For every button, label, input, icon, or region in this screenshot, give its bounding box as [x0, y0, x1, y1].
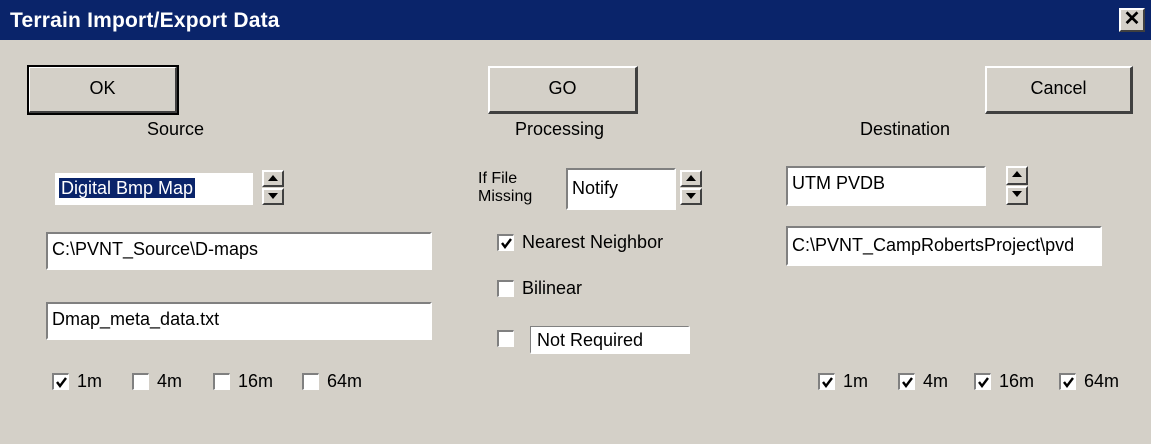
source-meta-file-input[interactable]: Dmap_meta_data.txt — [46, 302, 432, 340]
cancel-button-label: Cancel — [1030, 78, 1087, 98]
terrain-dialog: Terrain Import/Export Data ✕ OK GO Cance… — [0, 0, 1151, 444]
close-button[interactable]: ✕ — [1119, 8, 1145, 32]
arrow-down-icon — [686, 193, 696, 199]
checkbox-box — [132, 373, 149, 390]
checkbox-box — [818, 373, 835, 390]
if-missing-label: If File Missing — [478, 170, 532, 206]
source-format-spinner[interactable] — [262, 170, 284, 206]
not-required-checkbox[interactable] — [497, 330, 522, 347]
checkbox-box — [974, 373, 991, 390]
processing-heading: Processing — [515, 119, 605, 139]
source-res-1m-checkbox[interactable]: 1m — [52, 371, 102, 392]
window-title: Terrain Import/Export Data — [10, 9, 280, 32]
spin-down-button[interactable] — [262, 188, 284, 205]
checkbox-label: 1m — [843, 371, 869, 391]
checkbox-box — [52, 373, 69, 390]
ok-button[interactable]: OK — [27, 65, 179, 115]
source-res-64m-checkbox[interactable]: 64m — [302, 371, 362, 392]
dest-res-4m-checkbox[interactable]: 4m — [898, 371, 948, 392]
source-format-value: Digital Bmp Map — [59, 178, 196, 198]
checkbox-label: Bilinear — [522, 278, 583, 298]
checkmark-icon — [902, 377, 913, 388]
source-res-16m-checkbox[interactable]: 16m — [213, 371, 273, 392]
if-missing-select[interactable]: Notify — [566, 168, 676, 210]
source-res-4m-checkbox[interactable]: 4m — [132, 371, 182, 392]
nearest-neighbor-checkbox[interactable]: Nearest Neighbor — [497, 232, 663, 253]
source-heading: Source — [147, 119, 205, 139]
if-missing-spinner[interactable] — [680, 170, 702, 206]
source-format-field[interactable]: Digital Bmp Map — [54, 172, 254, 206]
cancel-button[interactable]: Cancel — [985, 66, 1133, 114]
arrow-up-icon — [268, 175, 278, 181]
go-button[interactable]: GO — [488, 66, 638, 114]
destination-heading: Destination — [860, 119, 951, 139]
checkbox-box — [302, 373, 319, 390]
arrow-down-icon — [1012, 191, 1022, 197]
checkbox-label: 16m — [238, 371, 274, 391]
checkmark-icon — [978, 377, 989, 388]
checkbox-label: 4m — [157, 371, 183, 391]
spin-down-button[interactable] — [680, 188, 702, 205]
checkmark-icon — [501, 238, 512, 249]
checkbox-label: Nearest Neighbor — [522, 232, 664, 252]
if-missing-label-line1: If File — [478, 170, 518, 187]
destination-format-field[interactable]: UTM PVDB — [786, 166, 986, 206]
checkbox-box — [497, 234, 514, 251]
spin-up-button[interactable] — [262, 170, 284, 187]
checkbox-label: 1m — [77, 371, 103, 391]
checkbox-box — [213, 373, 230, 390]
arrow-up-icon — [686, 175, 696, 181]
checkbox-box — [1059, 373, 1076, 390]
dest-res-64m-checkbox[interactable]: 64m — [1059, 371, 1119, 392]
dest-res-16m-checkbox[interactable]: 16m — [974, 371, 1034, 392]
checkbox-label: 64m — [327, 371, 363, 391]
checkbox-box — [497, 280, 514, 297]
checkbox-label: 4m — [923, 371, 949, 391]
destination-path-input[interactable]: C:\PVNT_CampRobertsProject\pvd — [786, 226, 1102, 266]
not-required-field[interactable]: Not Required — [530, 326, 690, 354]
destination-format-spinner[interactable] — [1006, 166, 1028, 206]
spin-up-button[interactable] — [1006, 166, 1028, 185]
title-bar[interactable]: Terrain Import/Export Data ✕ — [0, 0, 1151, 40]
checkbox-label: 16m — [999, 371, 1035, 391]
checkmark-icon — [1063, 377, 1074, 388]
spin-up-button[interactable] — [680, 170, 702, 187]
spin-down-button[interactable] — [1006, 186, 1028, 205]
checkbox-box — [898, 373, 915, 390]
ok-button-label: OK — [89, 78, 116, 98]
checkmark-icon — [822, 377, 833, 388]
close-icon: ✕ — [1123, 8, 1141, 30]
arrow-down-icon — [268, 193, 278, 199]
checkbox-label: 64m — [1084, 371, 1120, 391]
checkmark-icon — [56, 377, 67, 388]
bilinear-checkbox[interactable]: Bilinear — [497, 278, 582, 299]
source-path-input[interactable]: C:\PVNT_Source\D-maps — [46, 232, 432, 270]
if-missing-label-line2: Missing — [478, 188, 533, 205]
dest-res-1m-checkbox[interactable]: 1m — [818, 371, 868, 392]
go-button-label: GO — [548, 78, 577, 98]
arrow-up-icon — [1012, 171, 1022, 177]
checkbox-box — [497, 330, 514, 347]
